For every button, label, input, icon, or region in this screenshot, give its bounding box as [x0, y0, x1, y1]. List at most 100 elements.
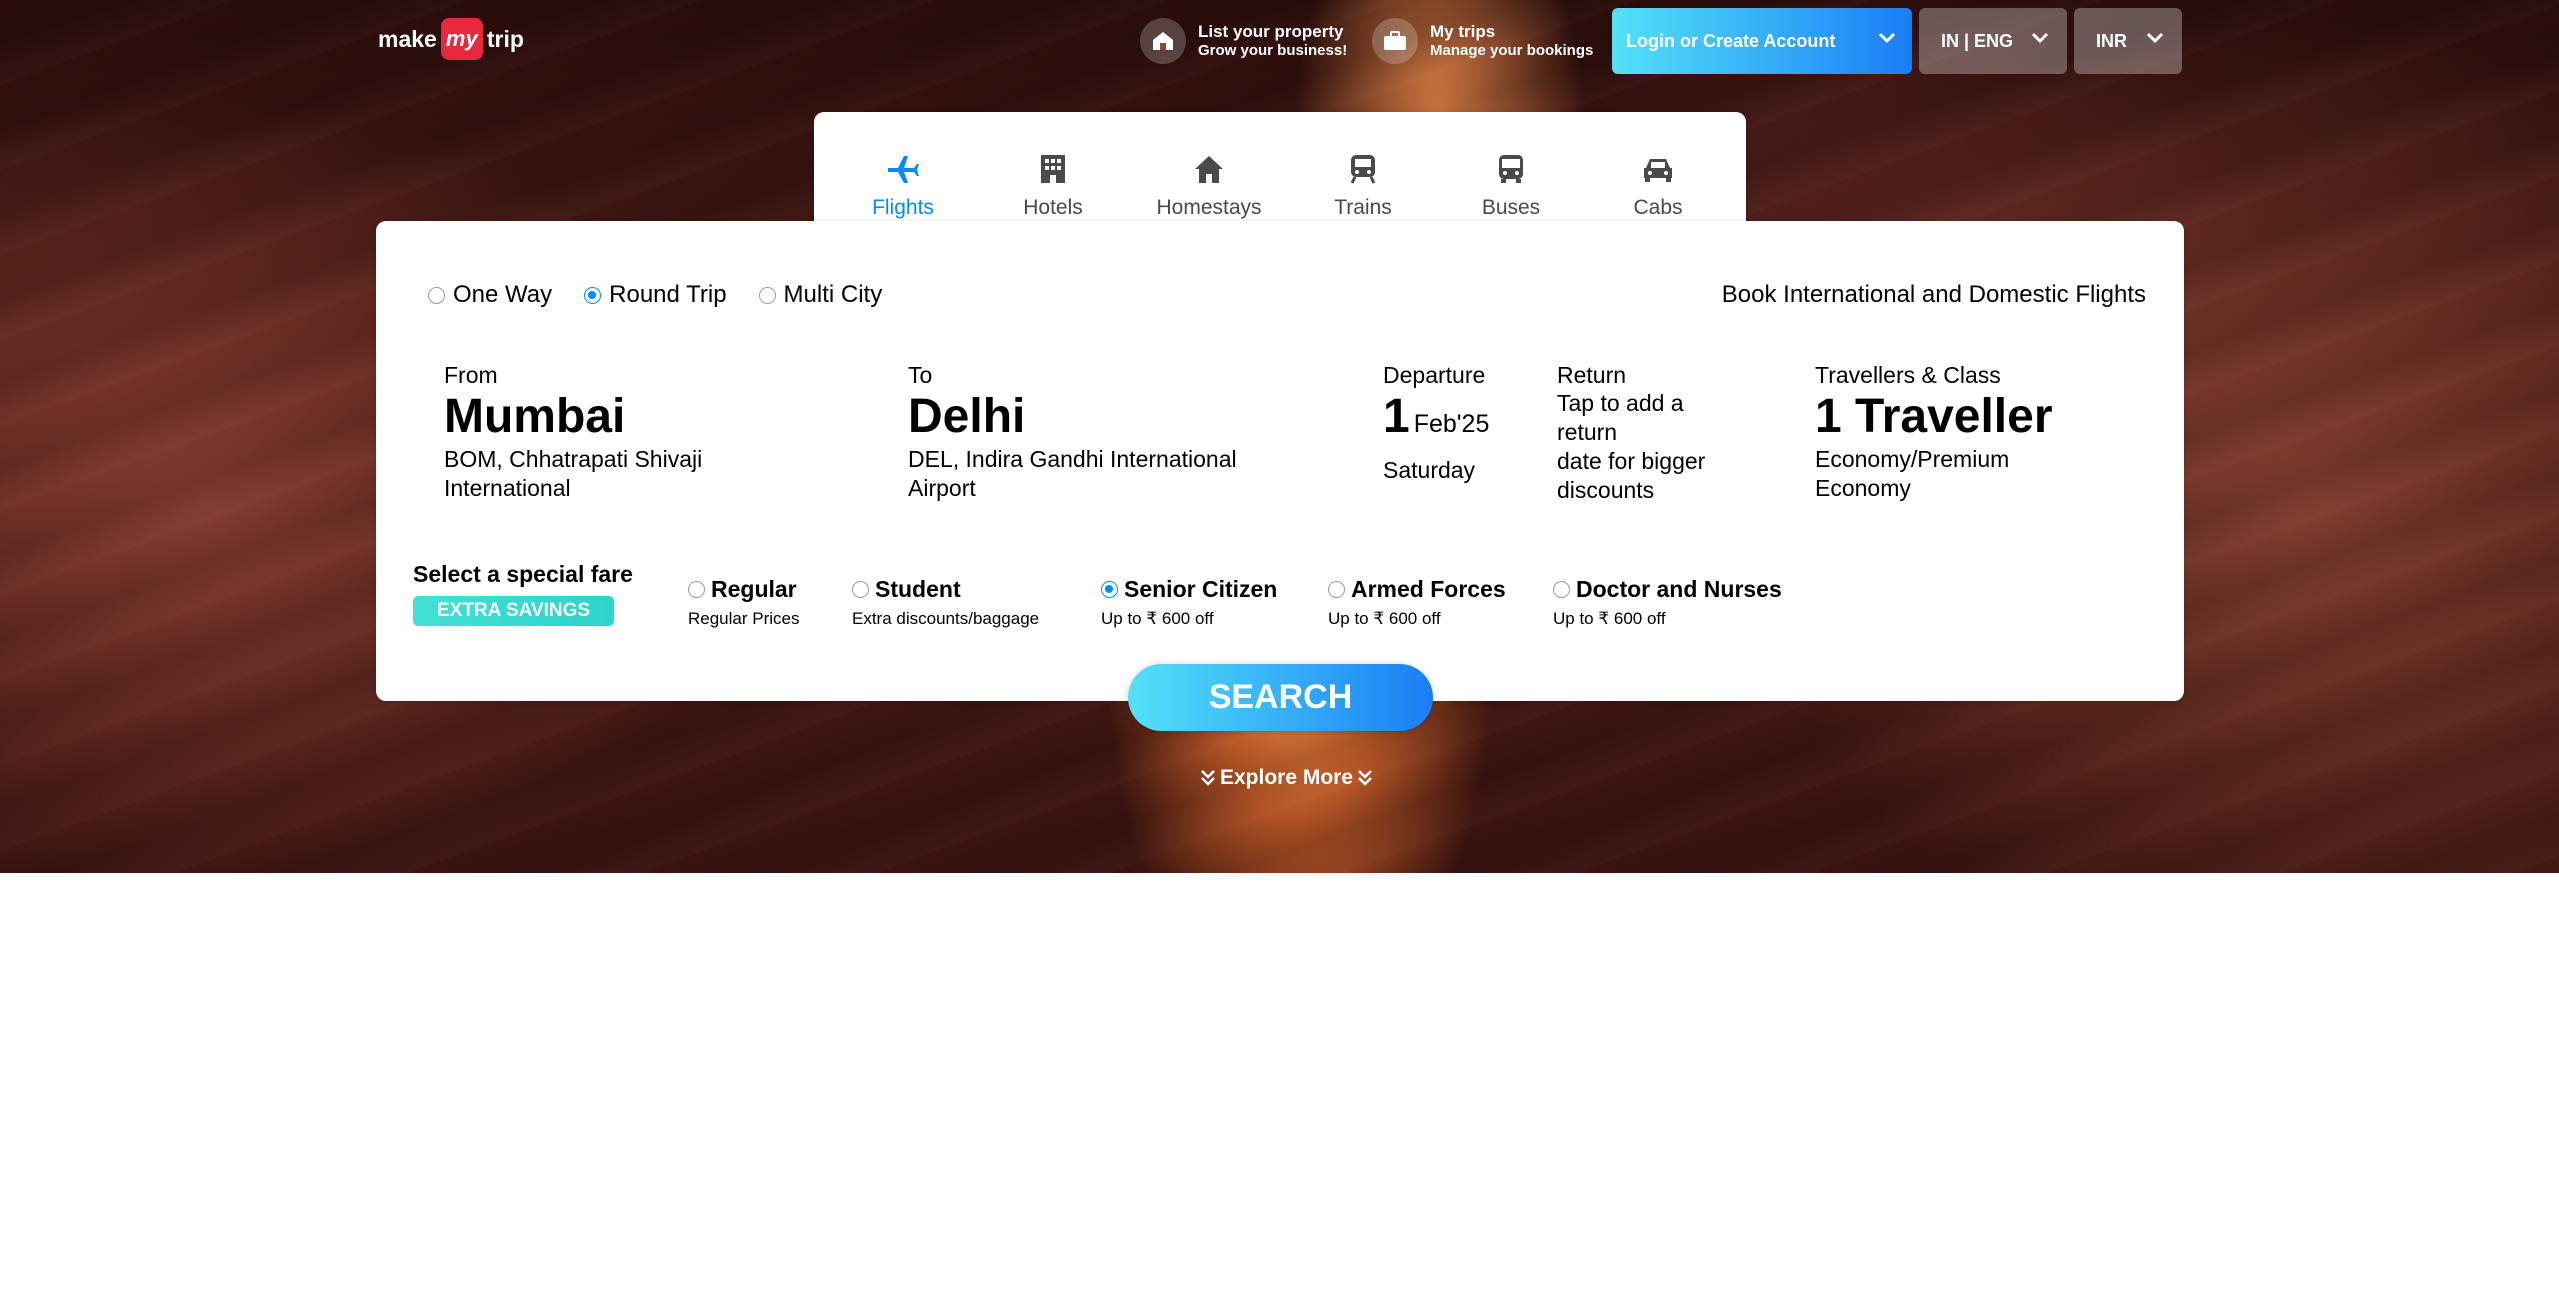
- fare-option-student[interactable]: Student Extra discounts/baggage: [852, 576, 1039, 629]
- to-city: Delhi: [908, 390, 1026, 443]
- radio-button[interactable]: [688, 581, 705, 598]
- double-chevron-down-icon: [1358, 770, 1372, 786]
- return-hint-line4: discounts: [1557, 477, 1655, 503]
- car-icon: [1644, 159, 1672, 182]
- fare-desc: Regular Prices: [688, 609, 800, 628]
- trip-type-label: Round Trip: [609, 281, 727, 308]
- return-label: Return: [1557, 362, 1627, 388]
- return-field[interactable]: Return Tap to add a return date for bigg…: [1557, 361, 1705, 505]
- travellers-count: 1 Traveller: [1815, 390, 2053, 443]
- list-property-link[interactable]: List your property Grow your business!: [1140, 18, 1347, 64]
- trip-type-label: Multi City: [783, 281, 883, 308]
- chevron-down-icon: [1878, 32, 1896, 44]
- departure-day: 1: [1383, 390, 1410, 443]
- travellers-field[interactable]: Travellers & Class 1 Traveller Economy/P…: [1815, 361, 2053, 503]
- chevron-down-icon: [2146, 32, 2164, 44]
- logo-my: my: [440, 18, 483, 60]
- tab-label: Flights: [872, 196, 934, 219]
- flight-search-card: One Way Round Trip Multi City Book Inter…: [376, 221, 2184, 701]
- trip-type-multi-city[interactable]: Multi City: [758, 281, 883, 309]
- trip-type-group: One Way Round Trip Multi City: [428, 281, 914, 309]
- radio-button[interactable]: [758, 286, 776, 304]
- fare-label: Doctor and Nurses: [1576, 576, 1782, 602]
- trip-type-one-way[interactable]: One Way: [428, 281, 552, 309]
- travellers-label: Travellers & Class: [1815, 362, 2001, 388]
- return-hint-line1: Tap to add a: [1557, 390, 1684, 416]
- language-label: IN | ENG: [1941, 30, 2014, 51]
- fare-desc: Up to ₹ 600 off: [1101, 609, 1214, 628]
- explore-more-label: Explore More: [1220, 766, 1354, 789]
- fare-option-senior-citizen[interactable]: Senior Citizen Up to ₹ 600 off: [1101, 576, 1277, 629]
- departure-field[interactable]: Departure 1 Feb'25 Saturday: [1383, 361, 1489, 485]
- return-hint-line3: date for bigger: [1557, 448, 1706, 474]
- travel-class-line2: Economy: [1815, 475, 1911, 501]
- trip-type-round-trip[interactable]: Round Trip: [584, 281, 727, 309]
- to-label: To: [908, 362, 933, 388]
- currency-selector[interactable]: INR: [2074, 8, 2182, 74]
- fare-label: Student: [875, 576, 961, 602]
- list-property-title: List your property: [1198, 22, 1344, 41]
- travel-class-line1: Economy/Premium: [1815, 446, 2010, 472]
- fare-label: Armed Forces: [1351, 576, 1506, 602]
- fare-option-regular[interactable]: Regular Regular Prices: [688, 576, 800, 629]
- currency-label: INR: [2096, 30, 2127, 51]
- my-trips-link[interactable]: My trips Manage your bookings: [1372, 18, 1593, 64]
- radio-button[interactable]: [1328, 581, 1345, 598]
- tab-label: Homestays: [1156, 196, 1262, 219]
- radio-button[interactable]: [428, 286, 445, 304]
- fare-desc: Up to ₹ 600 off: [1553, 609, 1666, 628]
- search-button[interactable]: SEARCH: [1128, 664, 1433, 731]
- from-label: From: [444, 362, 498, 388]
- trip-type-label: One Way: [453, 281, 553, 308]
- home-icon: [1195, 156, 1223, 183]
- return-hint-line2: return: [1557, 419, 1618, 445]
- login-button[interactable]: Login or Create Account: [1612, 8, 1912, 74]
- tab-label: Cabs: [1633, 196, 1683, 219]
- departure-weekday: Saturday: [1383, 457, 1476, 483]
- logo-trip: trip: [486, 25, 524, 52]
- building-icon: [1041, 155, 1065, 183]
- login-label: Login or Create Account: [1626, 30, 1836, 51]
- bus-icon: [1499, 155, 1523, 183]
- explore-more-link[interactable]: Explore More: [1196, 766, 1377, 790]
- to-airport-line1: DEL, Indira Gandhi International: [908, 446, 1237, 472]
- fare-label: Regular: [711, 576, 797, 602]
- to-field[interactable]: To Delhi DEL, Indira Gandhi Internationa…: [908, 361, 1237, 503]
- radio-button[interactable]: [584, 286, 602, 304]
- radio-button[interactable]: [1101, 581, 1118, 598]
- makemytrip-logo[interactable]: make my trip: [378, 18, 524, 60]
- departure-month: Feb'25: [1413, 410, 1490, 438]
- radio-button[interactable]: [1553, 581, 1570, 598]
- my-trips-title: My trips: [1430, 22, 1496, 41]
- briefcase-icon: [1372, 18, 1418, 64]
- fare-desc: Extra discounts/baggage: [852, 609, 1040, 628]
- plane-icon: [888, 156, 919, 183]
- book-info-text: Book International and Domestic Flights: [1721, 281, 2146, 308]
- tab-label: Hotels: [1023, 196, 1083, 219]
- double-chevron-down-icon: [1201, 770, 1215, 786]
- tab-label: Trains: [1334, 196, 1392, 219]
- departure-label: Departure: [1383, 362, 1486, 388]
- to-airport-line2: Airport: [908, 475, 976, 501]
- train-icon: [1350, 155, 1376, 184]
- search-label: SEARCH: [1208, 678, 1353, 716]
- fare-desc: Up to ₹ 600 off: [1328, 609, 1441, 628]
- special-fare-section: Select a special fare EXTRA SAVINGS: [413, 561, 633, 626]
- from-airport-line2: International: [444, 475, 571, 501]
- my-trips-subtitle: Manage your bookings: [1430, 42, 1594, 59]
- from-field[interactable]: From Mumbai BOM, Chhatrapati Shivaji Int…: [444, 361, 702, 503]
- from-airport-line1: BOM, Chhatrapati Shivaji: [444, 446, 703, 472]
- fare-option-doctor-nurses[interactable]: Doctor and Nurses Up to ₹ 600 off: [1553, 576, 1782, 629]
- tab-label: Buses: [1481, 196, 1541, 219]
- radio-button[interactable]: [852, 581, 869, 598]
- extra-savings-badge: EXTRA SAVINGS: [413, 596, 615, 626]
- fare-option-armed-forces[interactable]: Armed Forces Up to ₹ 600 off: [1328, 576, 1506, 629]
- logo-make: make: [378, 25, 437, 52]
- fare-label: Senior Citizen: [1124, 576, 1278, 602]
- from-city: Mumbai: [444, 390, 626, 443]
- language-selector[interactable]: IN | ENG: [1919, 8, 2067, 74]
- house-icon: [1140, 18, 1186, 64]
- list-property-subtitle: Grow your business!: [1198, 42, 1348, 59]
- special-fare-title: Select a special fare: [413, 561, 633, 587]
- chevron-down-icon: [2031, 32, 2049, 44]
